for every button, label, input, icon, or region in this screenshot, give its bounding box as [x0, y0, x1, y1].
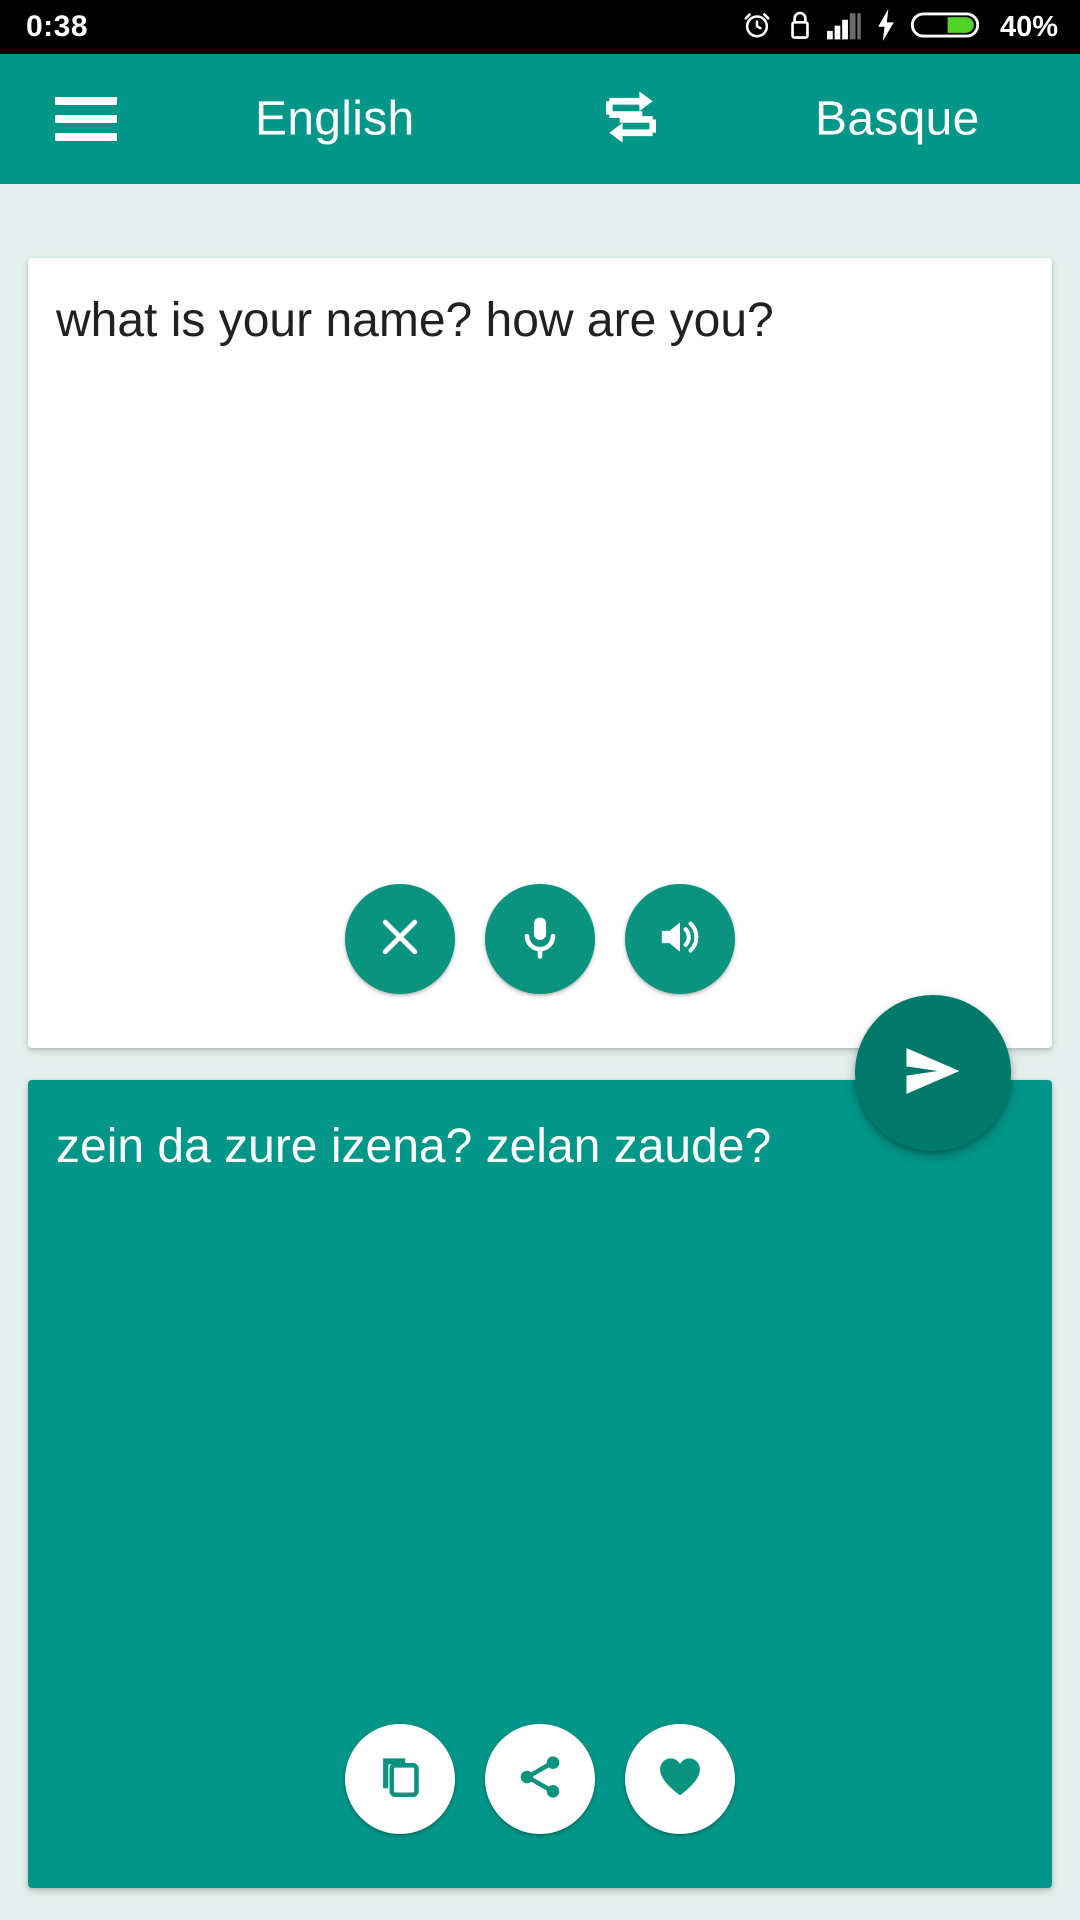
alarm-clock-icon — [741, 9, 773, 46]
battery-percent-label: 40% — [999, 10, 1058, 43]
translation-actions-row — [28, 1724, 1052, 1834]
microphone-button[interactable] — [485, 884, 595, 994]
signal-bars-icon — [826, 9, 861, 46]
status-clock: 0:38 — [26, 10, 89, 43]
app-bar: English Basque — [0, 54, 1080, 184]
source-actions-row — [28, 884, 1052, 994]
send-button[interactable] — [855, 995, 1011, 1151]
status-icons: 40% — [741, 8, 1058, 46]
favorite-button[interactable] — [625, 1724, 735, 1834]
clear-button[interactable] — [345, 884, 455, 994]
battery-icon — [910, 9, 980, 46]
copy-icon — [374, 1751, 426, 1808]
share-icon — [514, 1751, 566, 1808]
speaker-icon — [654, 911, 706, 968]
source-text-card: what is your name? how are you? — [28, 258, 1052, 1048]
app-screen: 0:38 40% English Basque what is your nam… — [0, 0, 1080, 1920]
speak-source-button[interactable] — [625, 884, 735, 994]
source-text-input[interactable]: what is your name? how are you? — [56, 290, 1012, 351]
translated-text-card: zein da zure izena? zelan zaude? — [28, 1080, 1052, 1888]
status-bar: 0:38 40% — [0, 0, 1080, 54]
source-language-button[interactable]: English — [255, 92, 415, 147]
target-language-button[interactable]: Basque — [815, 92, 980, 147]
hamburger-bar — [55, 133, 117, 141]
hamburger-bar — [55, 115, 117, 123]
close-x-icon — [374, 911, 426, 968]
hamburger-menu-icon[interactable] — [55, 97, 117, 141]
hamburger-bar — [55, 97, 117, 105]
share-button[interactable] — [485, 1724, 595, 1834]
copy-button[interactable] — [345, 1724, 455, 1834]
microphone-icon — [514, 911, 566, 968]
lock-icon — [788, 9, 812, 46]
heart-icon — [654, 1751, 706, 1808]
swap-languages-button[interactable] — [596, 84, 666, 154]
translated-text: zein da zure izena? zelan zaude? — [56, 1120, 772, 1173]
charging-bolt-icon — [876, 8, 896, 46]
swap-languages-icon — [599, 85, 663, 154]
send-paper-plane-icon — [896, 1034, 970, 1113]
